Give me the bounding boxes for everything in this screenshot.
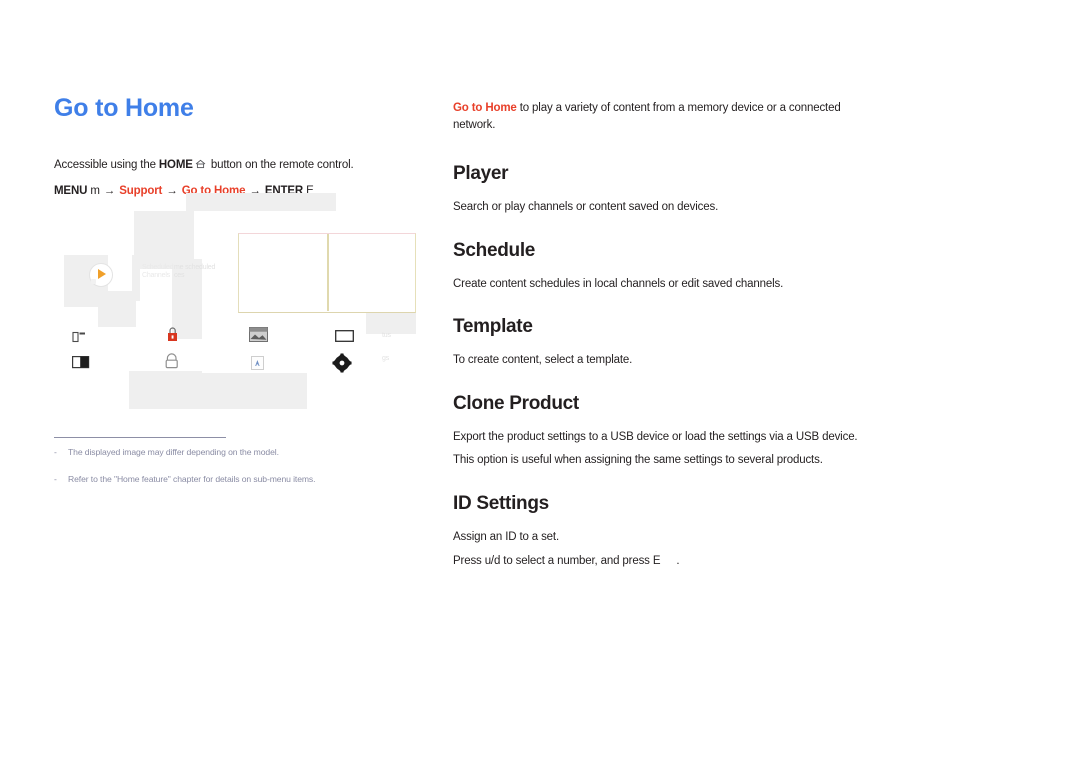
section-paragraph: To create content, select a template.	[453, 354, 633, 367]
rectangle-outline-icon	[335, 329, 354, 347]
footnote-dash: -	[54, 447, 57, 457]
lead-paragraph: Go to Home to play a variety of content …	[453, 100, 873, 133]
mock-ghost-label-ces: ces	[174, 272, 185, 279]
footnote-text: Refer to the "Home feature" chapter for …	[68, 473, 316, 484]
section-paragraph: Assign an ID to a set.	[453, 530, 560, 543]
section-heading: ID Settings	[453, 493, 549, 515]
image-thumbnail-icon	[249, 327, 268, 347]
home-icon	[195, 158, 206, 175]
bracket-corner-icon	[72, 330, 86, 349]
mock-ghost-label-status: tus	[382, 332, 391, 339]
footnote-rule	[54, 437, 226, 438]
section-paragraph: This option is useful when assigning the…	[453, 454, 823, 467]
document-page: Go to Home Accessible using the HOME but…	[0, 0, 1080, 763]
section-heading: Template	[453, 316, 533, 338]
section-paragraph: Create content schedules in local channe…	[453, 277, 784, 290]
mock-ghost-label-channels: Channels	[142, 272, 170, 279]
access-instruction-suffix: button on the remote control.	[207, 158, 354, 171]
section-heading: Clone Product	[453, 392, 579, 414]
section-paragraph-enter: Press u/d to select a number, and press …	[453, 553, 873, 570]
product-screen-illustration: Scheduled Channels me scheduled ces tus …	[54, 193, 429, 415]
section-id-settings: ID Settings Assign an ID to a set. Press…	[453, 493, 873, 569]
section-template: Template To create content, select a tem…	[453, 316, 873, 369]
footnote-text: The displayed image may differ depending…	[68, 447, 279, 457]
home-button-label: HOME	[158, 158, 193, 171]
section-paragraph-text: Press u/d to select a number, and press …	[453, 554, 661, 567]
mock-frame-divider	[327, 234, 329, 311]
footnote-dash: -	[54, 473, 57, 484]
section-clone-product: Clone Product Export the product setting…	[453, 393, 873, 469]
lock-outline-icon	[164, 353, 180, 374]
left-column: Go to Home Accessible using the HOME but…	[54, 94, 434, 200]
section-player: Player Search or play channels or conten…	[453, 163, 873, 216]
footnote-list: - The displayed image may differ dependi…	[54, 446, 414, 500]
section-heading: Schedule	[453, 239, 536, 261]
document-a-icon	[251, 356, 264, 375]
play-badge-corner	[91, 279, 96, 284]
play-triangle-icon	[98, 269, 106, 279]
section-heading: Player	[453, 163, 509, 185]
access-instruction: Accessible using the HOME button on the …	[54, 157, 434, 175]
section-paragraph-trailing: .	[676, 554, 680, 567]
mock-block-bottom	[129, 371, 307, 409]
lead-accent-term: Go to Home	[453, 102, 517, 114]
mock-block-top	[186, 193, 336, 211]
mock-block-l-shape	[98, 291, 136, 327]
mock-ghost-label-settings: gs	[382, 355, 389, 362]
section-schedule: Schedule Create content schedules in loc…	[453, 240, 873, 293]
section-paragraph: Search or play channels or content saved…	[453, 201, 719, 214]
access-instruction-prefix: Accessible using the	[54, 158, 159, 171]
lock-red-icon	[166, 326, 179, 348]
play-circle-icon	[89, 263, 113, 287]
half-filled-rect-icon	[72, 356, 90, 374]
mock-block-spine	[132, 255, 140, 301]
page-title: Go to Home	[54, 94, 194, 122]
gear-icon	[332, 353, 352, 378]
section-paragraph: Export the product settings to a USB dev…	[453, 430, 858, 443]
right-column: Go to Home to play a variety of content …	[453, 100, 873, 593]
footnote-item: - Refer to the "Home feature" chapter fo…	[54, 473, 414, 486]
footnote-item: - The displayed image may differ dependi…	[54, 446, 414, 459]
